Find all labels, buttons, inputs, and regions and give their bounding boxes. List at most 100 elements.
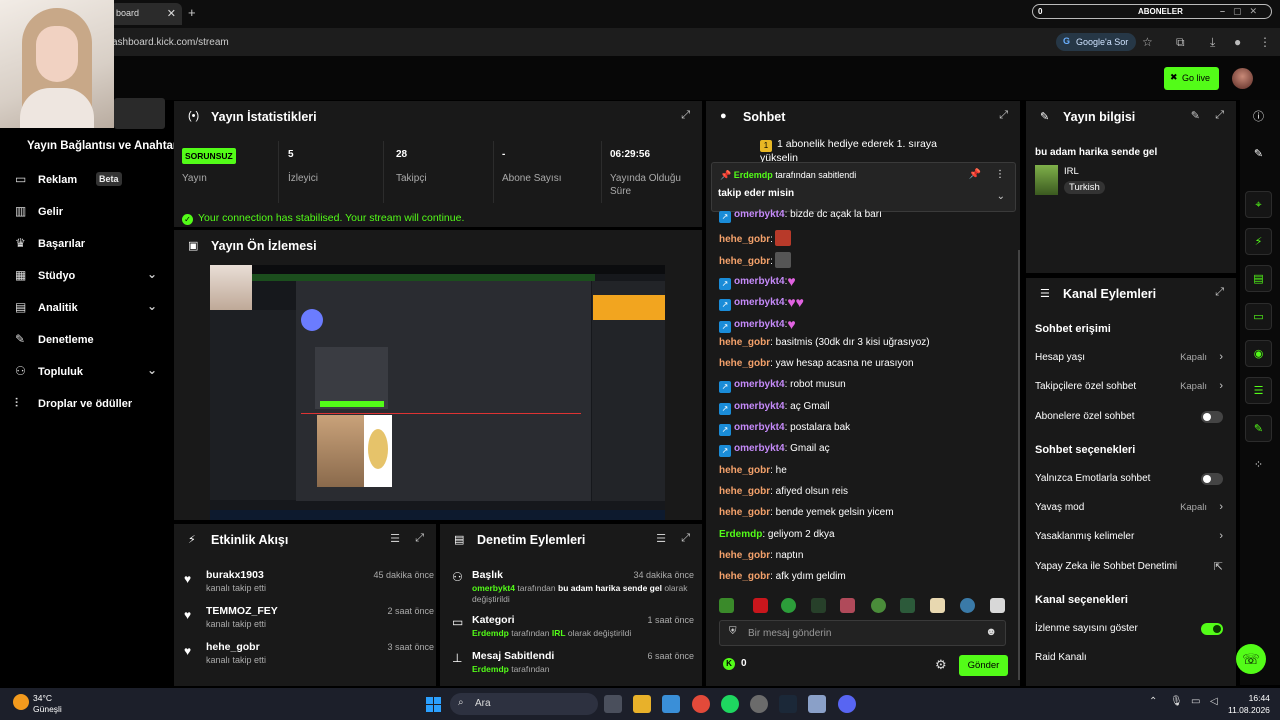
url-text[interactable]: ashboard.kick.com/stream [112,37,229,48]
go-live-button[interactable]: Go live [1164,67,1219,90]
extensions-icon[interactable]: ⧉ [1176,35,1185,50]
action-user[interactable]: Erdemdp [472,664,509,674]
chat-username[interactable]: hehe_gobr [719,571,770,582]
broadcast-icon[interactable]: ◉ [1245,340,1272,367]
tab-close-icon[interactable]: ✕ [167,7,176,20]
subs-only-toggle[interactable] [1201,411,1223,423]
event-user[interactable]: burakx1903 [206,569,264,581]
discord-icon[interactable] [838,695,856,713]
banned-words-row[interactable]: Yasaklanmış kelimeler › [1035,530,1225,547]
stream-preview-video[interactable] [210,265,665,520]
sidebar-item-achievements[interactable]: ♛ Başarılar [15,235,165,255]
sidebar-item-connection-key[interactable]: Yayın Bağlantısı ve Anahtarı [27,140,181,152]
chat-username[interactable]: hehe_gobr [719,256,770,267]
chat-username[interactable]: hehe_gobr [719,234,770,245]
chat-scrollbar[interactable] [1018,250,1020,680]
emote-icon[interactable] [840,598,855,613]
browser-tab[interactable]: board ✕ [110,3,182,25]
event-user[interactable]: TEMMOZ_FEY [206,605,278,617]
emote-icon[interactable] [871,598,886,613]
account-age-row[interactable]: Hesap yaşı Kapalı › [1035,351,1225,368]
window-controls-icon[interactable]: –▢✕ [1220,6,1265,17]
volume-icon[interactable]: ◁ [1210,696,1218,707]
emote-icon[interactable] [990,598,1005,613]
chat-username[interactable]: omerbykt4 [734,401,785,412]
ai-moderation-row[interactable]: Yapay Zeka ile Sohbet Denetimi ⇱ [1035,561,1225,577]
info-icon[interactable]: ⓘ [1245,104,1272,131]
emote-icon[interactable] [753,598,768,613]
google-ask-button[interactable]: Google'a Sor [1056,33,1137,51]
emote-icon[interactable] [930,598,945,613]
expand-icon[interactable]: ⤢ [681,109,690,122]
gift-sub-promo[interactable]: 11 abonelik hediye ederek 1. sıraya yüks… [760,138,970,164]
document-icon[interactable]: ▤ [1245,265,1272,292]
expand-icon[interactable]: ⤢ [415,532,424,545]
show-viewers-toggle[interactable] [1201,623,1223,635]
chevron-down-icon[interactable]: ⌄ [997,191,1005,202]
chat-username[interactable]: hehe_gobr [719,358,770,369]
chat-username[interactable]: omerbykt4 [734,209,785,220]
focus-icon[interactable]: ⌖ [1245,191,1272,218]
more-icon[interactable]: ⋮ [995,169,1005,180]
store-icon[interactable] [662,695,680,713]
spotify-icon[interactable] [721,695,739,713]
chat-input[interactable] [748,625,968,641]
gear-icon[interactable]: ⚙ [935,657,947,673]
emote-icon[interactable] [811,598,826,613]
app-icon[interactable] [808,695,826,713]
display-icon[interactable]: ▭ [1191,696,1200,707]
sidebar-item-revenue[interactable]: ▥ Gelir [15,203,165,223]
taskbar-search[interactable]: ⌕ Ara [450,693,598,715]
chat-username[interactable]: omerbykt4 [734,319,785,330]
chat-username[interactable]: omerbykt4 [734,276,785,287]
edit-icon[interactable]: ✎ [1191,109,1200,122]
emoji-icon[interactable]: ☻ [985,626,997,638]
chat-bubble-icon[interactable]: ▭ [1245,303,1272,330]
sidebar-selected-item[interactable] [114,98,165,129]
chevron-up-icon[interactable]: ⌃ [1149,696,1157,707]
expand-icon[interactable]: ⤢ [1215,109,1224,122]
add-widget-icon[interactable]: ⁘ [1245,452,1272,479]
sidebar-item-ads[interactable]: ▭ Reklam Beta [15,171,165,191]
event-user[interactable]: hehe_gobr [206,641,260,653]
task-view-icon[interactable] [604,695,622,713]
help-chat-icon[interactable]: ☏ [1236,644,1266,674]
action-user[interactable]: omerbykt4 [472,583,515,593]
chat-username[interactable]: hehe_gobr [719,507,770,518]
chat-username[interactable]: hehe_gobr [719,550,770,561]
chat-username[interactable]: omerbykt4 [734,443,785,454]
chat-username[interactable]: hehe_gobr [719,465,770,476]
pin-icon[interactable]: 📌 [969,169,981,180]
chat-username[interactable]: hehe_gobr [719,486,770,497]
avatar[interactable] [1232,68,1253,89]
chat-username[interactable]: omerbykt4 [734,379,785,390]
expand-icon[interactable]: ⤢ [999,109,1008,122]
chat-username[interactable]: omerbykt4 [734,422,785,433]
chat-username[interactable]: Erdemdp [719,529,762,540]
raid-channel-row[interactable]: Raid Kanalı [1035,652,1225,668]
download-icon[interactable]: ⤓ [1210,35,1215,50]
sidebar-item-studio[interactable]: ▦ Stüdyo ⌄ [15,267,165,287]
followers-only-row[interactable]: Takipçilere özel sohbet Kapalı › [1035,380,1225,397]
emote-icon[interactable] [900,598,915,613]
lightning-icon[interactable]: ⚡ [1245,228,1272,255]
menu-icon[interactable]: ⋮ [1259,35,1271,49]
emote-only-toggle[interactable] [1201,473,1223,485]
shield-icon[interactable]: ⛨ [729,626,737,637]
sidebar-item-drops[interactable]: ⫶ Droplar ve ödüller [15,395,165,415]
chevron-down-icon[interactable]: ⌄ [147,363,157,377]
filter-icon[interactable]: ☰ [390,532,400,545]
kick-coins[interactable]: K0 [723,658,747,670]
windows-start-icon[interactable] [426,697,441,712]
chrome-icon[interactable] [692,695,710,713]
expand-icon[interactable]: ⤢ [1215,286,1224,299]
sidebar-item-community[interactable]: ⚇ Topluluk ⌄ [15,363,165,383]
slow-mode-row[interactable]: Yavaş mod Kapalı › [1035,501,1225,518]
emote-icon[interactable] [719,598,734,613]
filter-icon[interactable]: ☰ [656,532,666,545]
microphone-icon[interactable]: 🎙 [1170,696,1183,707]
pencil-icon[interactable]: ✎ [1245,141,1272,168]
category-name[interactable]: IRL [1064,166,1079,177]
chat-username[interactable]: hehe_gobr [719,337,770,348]
steam-icon[interactable] [779,695,797,713]
